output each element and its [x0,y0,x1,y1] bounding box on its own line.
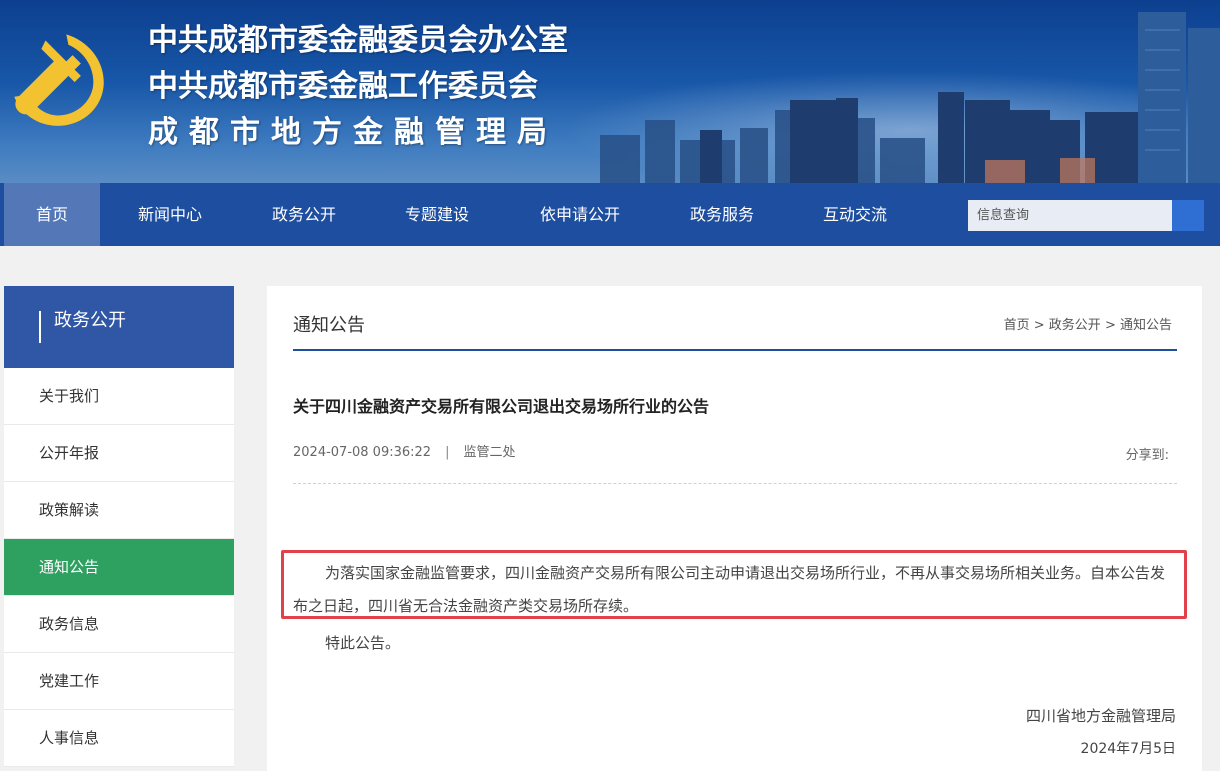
meta-divider [293,483,1177,484]
main-content: 通知公告 首页 > 政务公开 > 通知公告 关于四川金融资产交易所有限公司退出交… [267,286,1202,771]
search-input[interactable] [968,200,1172,231]
nav-item-interaction[interactable]: 互动交流 [803,183,907,246]
sidebar-item-gov-info[interactable]: 政务信息 [4,596,234,653]
breadcrumb-separator: > [1029,318,1049,333]
banner-titles: 中共成都市委金融委员会办公室 中共成都市委金融工作委员会 成都市地方金融管理局 [148,18,568,156]
nav-item-topics[interactable]: 专题建设 [385,183,489,246]
sidebar-header: 政务公开 [4,286,234,368]
nav-item-services[interactable]: 政务服务 [670,183,774,246]
sidebar-header-bar [39,311,41,343]
sidebar-item-annual-report[interactable]: 公开年报 [4,425,234,482]
sidebar: 政务公开 关于我们 公开年报 政策解读 通知公告 政务信息 党建工作 人事信息 [4,286,234,767]
article-paragraph-1: 为落实国家金融监管要求，四川金融资产交易所有限公司主动申请退出交易场所行业，不再… [293,564,1166,615]
signature-date: 2024年7月5日 [1080,741,1176,757]
sidebar-title: 政务公开 [54,310,126,331]
breadcrumb-gov-affairs[interactable]: 政务公开 [1049,318,1101,333]
search-button[interactable] [1172,200,1204,231]
nav-item-news[interactable]: 新闻中心 [118,183,222,246]
section-title: 通知公告 [293,315,365,336]
sidebar-item-about[interactable]: 关于我们 [4,368,234,425]
sidebar-item-party-work[interactable]: 党建工作 [4,653,234,710]
sidebar-item-notices[interactable]: 通知公告 [4,539,234,596]
article-datetime: 2024-07-08 09:36:22 [293,445,432,460]
main-nav: 首页 新闻中心 政务公开 专题建设 依申请公开 政务服务 互动交流 [0,183,1220,246]
article-paragraph-2: 特此公告。 [325,634,401,652]
meta-separator: | [445,445,450,460]
article-meta: 2024-07-08 09:36:22 | 监管二处 [293,441,515,460]
article-title: 关于四川金融资产交易所有限公司退出交易场所行业的公告 [293,397,710,416]
breadcrumb-separator: > [1100,318,1120,333]
breadcrumb: 首页 > 政务公开 > 通知公告 [1004,314,1172,333]
party-emblem-icon [14,34,104,126]
header-banner: 中共成都市委金融委员会办公室 中共成都市委金融工作委员会 成都市地方金融管理局 [0,0,1220,183]
signature-org: 四川省地方金融管理局 [1025,707,1176,725]
banner-title-line-3: 成都市地方金融管理局 [148,115,558,150]
nav-item-home[interactable]: 首页 [4,183,100,246]
breadcrumb-notices[interactable]: 通知公告 [1120,318,1172,333]
nav-item-apply-disclosure[interactable]: 依申请公开 [520,183,640,246]
share-label: 分享到: [1125,448,1169,463]
section-divider [293,349,1177,351]
sidebar-item-personnel[interactable]: 人事信息 [4,710,234,767]
breadcrumb-home[interactable]: 首页 [1004,318,1030,333]
sidebar-item-policy[interactable]: 政策解读 [4,482,234,539]
article-department: 监管二处 [463,445,516,460]
banner-title-line-2: 中共成都市委金融工作委员会 [148,69,538,104]
banner-title-line-1: 中共成都市委金融委员会办公室 [148,23,568,58]
search-box [968,200,1204,231]
nav-item-gov-affairs[interactable]: 政务公开 [252,183,356,246]
